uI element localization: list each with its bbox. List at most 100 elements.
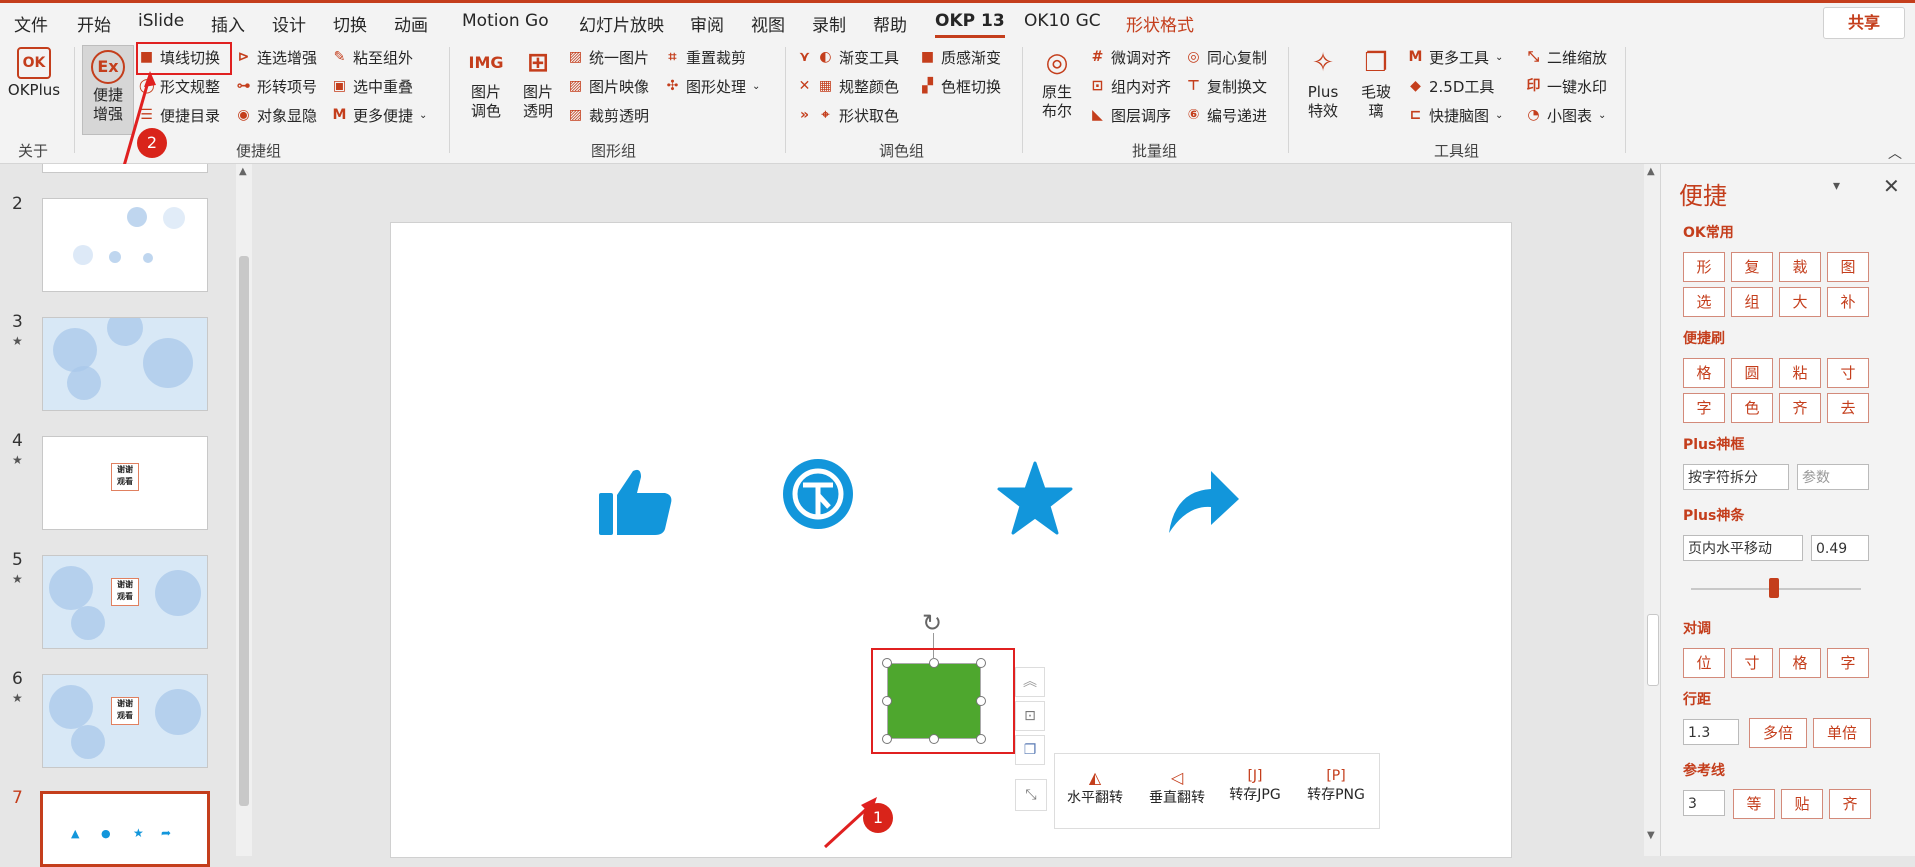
- plus-bar-value-input[interactable]: 0.49: [1811, 535, 1869, 561]
- ok-fill-button[interactable]: 补: [1827, 287, 1869, 317]
- unify-image-button[interactable]: ▨ 统一图片: [568, 47, 649, 68]
- plus-bar-slider-thumb[interactable]: [1769, 578, 1780, 598]
- tab-ok10gc[interactable]: OK10 GC: [1024, 11, 1101, 31]
- image-transparent-button[interactable]: ⊞ 图片透明: [514, 45, 562, 121]
- scroll-thumb[interactable]: [1647, 614, 1659, 686]
- share-arrow-icon[interactable]: [1165, 463, 1241, 539]
- normalize-color-button[interactable]: ✕ ▦ 规整颜色: [797, 76, 899, 97]
- chain-select-button[interactable]: ⊳ 连选增强: [236, 47, 317, 68]
- brush-align-button[interactable]: 齐: [1779, 393, 1821, 423]
- center-icon[interactable]: ⊡: [1015, 701, 1045, 731]
- ok-group-button[interactable]: 组: [1731, 287, 1773, 317]
- gradient-tool-button[interactable]: ⋎ ◐ 渐变工具: [797, 47, 899, 68]
- slide-thumbnail-1-partial[interactable]: [42, 164, 208, 173]
- mini-chart-button[interactable]: ◔ 小图表 ⌄: [1526, 105, 1606, 126]
- crop-transparent-button[interactable]: ▨ 裁剪透明: [568, 105, 649, 126]
- ok-size-button[interactable]: 大: [1779, 287, 1821, 317]
- align-size-button[interactable]: 寸: [1731, 648, 1773, 678]
- plus-effects-button[interactable]: ✧ Plus特效: [1298, 45, 1348, 121]
- align-format-button[interactable]: 格: [1779, 648, 1821, 678]
- slide-thumbnail-4[interactable]: 谢谢 观看: [42, 436, 208, 530]
- shape-to-bullet-button[interactable]: ⊶ 形转项号: [236, 76, 318, 97]
- guide-align-button[interactable]: 齐: [1829, 789, 1871, 819]
- ok-select-button[interactable]: 选: [1683, 287, 1725, 317]
- multiple-spacing-button[interactable]: 多倍: [1749, 718, 1807, 748]
- color-frame-switch-button[interactable]: ▞ 色框切换: [920, 76, 1001, 97]
- align-position-button[interactable]: 位: [1683, 648, 1725, 678]
- guide-equal-button[interactable]: 等: [1733, 789, 1775, 819]
- fine-align-button[interactable]: # 微调对齐: [1090, 47, 1171, 68]
- tab-animations[interactable]: 动画: [394, 11, 428, 36]
- ok-shape-button[interactable]: 形: [1683, 252, 1725, 282]
- tab-shape-format[interactable]: 形状格式: [1126, 11, 1194, 36]
- tool-25d-button[interactable]: ◆ 2.5D工具: [1408, 76, 1494, 97]
- pane-options-icon[interactable]: ▾: [1833, 178, 1840, 194]
- tab-help[interactable]: 帮助: [873, 11, 907, 36]
- star-icon[interactable]: [997, 461, 1073, 537]
- okplus-button[interactable]: OK OKPlus: [6, 47, 62, 100]
- save-png-button[interactable]: [P] 转存PNG: [1301, 768, 1371, 804]
- tab-home[interactable]: 开始: [77, 11, 111, 36]
- number-increment-button[interactable]: ⑥ 编号递进: [1186, 105, 1267, 126]
- canvas-scrollbar[interactable]: ▲ ▼: [1644, 164, 1660, 856]
- concentric-copy-button[interactable]: ◎ 同心复制: [1186, 47, 1267, 68]
- brush-size-button[interactable]: 寸: [1827, 358, 1869, 388]
- slide-thumbnail-2[interactable]: [42, 198, 208, 292]
- layer-order-button[interactable]: ◣ 图层调序: [1090, 105, 1171, 126]
- image-reflection-button[interactable]: ▨ 图片映像: [568, 76, 649, 97]
- slide-thumbnail-6[interactable]: 谢谢 观看: [42, 674, 208, 768]
- tab-insert[interactable]: 插入: [211, 11, 245, 36]
- layers-icon[interactable]: ❐: [1015, 735, 1045, 765]
- brush-round-button[interactable]: 圆: [1731, 358, 1773, 388]
- brush-text-button[interactable]: 字: [1683, 393, 1725, 423]
- brush-remove-button[interactable]: 去: [1827, 393, 1869, 423]
- collapse-icon[interactable]: ︽: [1015, 667, 1045, 697]
- paste-outside-group-button[interactable]: ✎ 粘至组外: [332, 47, 413, 68]
- expand-icon[interactable]: ⤡: [1015, 779, 1047, 811]
- group-align-button[interactable]: ⊡ 组内对齐: [1090, 76, 1171, 97]
- tab-islide[interactable]: iSlide: [138, 11, 184, 31]
- shape-pick-color-button[interactable]: » ⌖ 形状取色: [797, 105, 899, 126]
- texture-gradient-button[interactable]: ■ 质感渐变: [920, 47, 1001, 68]
- plus-frame-param-input[interactable]: 参数: [1797, 464, 1869, 490]
- slide-7[interactable]: ↻ ︽ ⊡ ❐ ⤡ ◭ 水平翻转 ◁ 垂直翻转 [J] 转存JPG [P] 转存…: [390, 222, 1512, 858]
- thumbs-up-icon[interactable]: [595, 463, 675, 543]
- plus-bar-mode-select[interactable]: 页内水平移动: [1683, 535, 1803, 561]
- tab-review[interactable]: 审阅: [690, 11, 724, 36]
- save-jpg-button[interactable]: [J] 转存JPG: [1223, 768, 1287, 804]
- guide-snap-button[interactable]: 贴: [1781, 789, 1823, 819]
- single-spacing-button[interactable]: 单倍: [1813, 718, 1871, 748]
- tab-file[interactable]: 文件: [14, 11, 48, 36]
- share-button[interactable]: 共享: [1823, 7, 1905, 39]
- frosted-glass-button[interactable]: ❐ 毛玻璃: [1352, 45, 1400, 121]
- tab-view[interactable]: 视图: [751, 11, 785, 36]
- line-spacing-input[interactable]: 1.3: [1683, 719, 1739, 745]
- plus-frame-mode-select[interactable]: 按字符拆分: [1683, 464, 1789, 490]
- coin-icon[interactable]: [781, 457, 855, 531]
- brush-color-button[interactable]: 色: [1731, 393, 1773, 423]
- close-icon[interactable]: ✕: [1883, 174, 1900, 198]
- flip-vertical-button[interactable]: ◁ 垂直翻转: [1145, 768, 1209, 807]
- ok-crop-button[interactable]: 裁: [1779, 252, 1821, 282]
- select-overlap-button[interactable]: ▣ 选中重叠: [332, 76, 413, 97]
- slide-thumbnail-5[interactable]: 谢谢 观看: [42, 555, 208, 649]
- more-convenience-button[interactable]: M 更多便捷 ⌄: [332, 105, 428, 126]
- scroll-thumb[interactable]: [239, 256, 249, 806]
- tab-transitions[interactable]: 切换: [333, 11, 367, 36]
- tab-okp13[interactable]: OKP 13: [935, 11, 1005, 38]
- slide-thumbnail-3[interactable]: [42, 317, 208, 411]
- scroll-down-icon[interactable]: ▼: [1647, 830, 1655, 841]
- quick-mindmap-button[interactable]: ⊏ 快捷脑图 ⌄: [1408, 105, 1504, 126]
- image-tone-button[interactable]: IMG 图片调色: [462, 45, 510, 121]
- guide-count-input[interactable]: 3: [1683, 790, 1725, 816]
- shape-process-button[interactable]: ✣ 图形处理 ⌄: [665, 76, 761, 97]
- object-visibility-button[interactable]: ◉ 对象显隐: [236, 105, 317, 126]
- collapse-ribbon-icon[interactable]: ︿: [1888, 143, 1902, 163]
- tab-record[interactable]: 录制: [812, 11, 846, 36]
- flip-horizontal-button[interactable]: ◭ 水平翻转: [1063, 768, 1127, 807]
- thumbnail-scrollbar[interactable]: ▲: [236, 164, 252, 856]
- tab-design[interactable]: 设计: [272, 11, 306, 36]
- brush-paste-button[interactable]: 粘: [1779, 358, 1821, 388]
- align-text-button[interactable]: 字: [1827, 648, 1869, 678]
- scroll-up-icon[interactable]: ▲: [1647, 166, 1655, 177]
